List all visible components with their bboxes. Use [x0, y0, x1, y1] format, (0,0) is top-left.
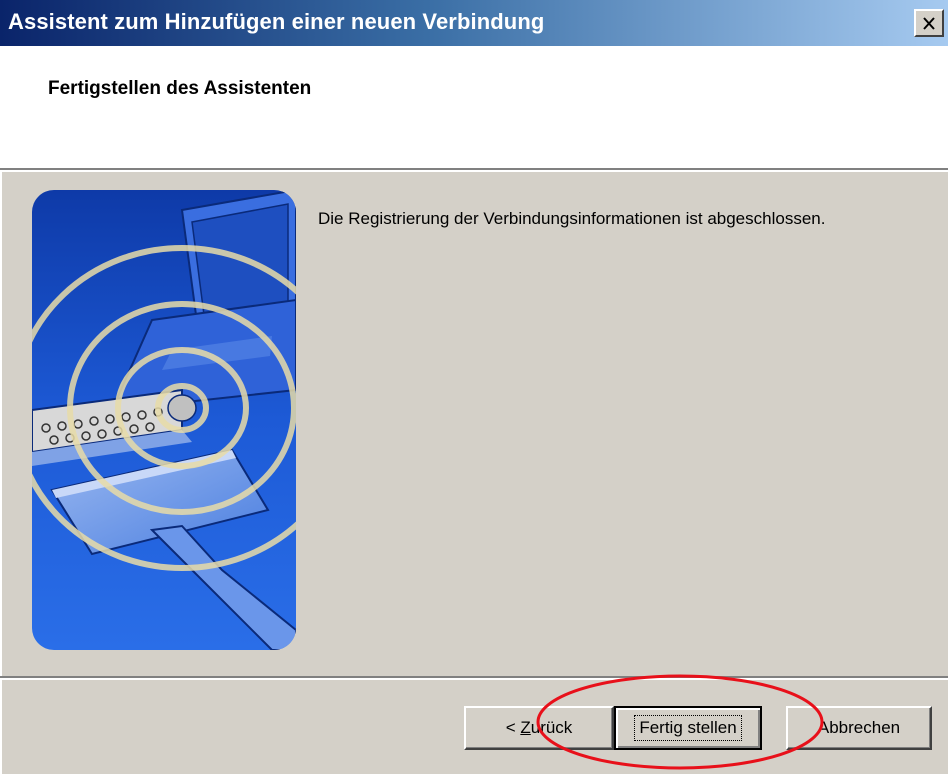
back-button-prefix: < [505, 718, 521, 737]
completion-message: Die Registrierung der Verbindungsinforma… [318, 209, 826, 228]
cancel-button-label: Abbrechen [817, 718, 901, 737]
wizard-header: Fertigstellen des Assistenten [0, 46, 948, 172]
cancel-button[interactable]: Abbrechen [786, 706, 932, 750]
back-button[interactable]: < Zurück [464, 706, 614, 750]
close-icon [922, 16, 936, 30]
title-bar[interactable]: Assistent zum Hinzufügen einer neuen Ver… [0, 0, 948, 46]
page-title: Fertigstellen des Assistenten [48, 78, 312, 99]
wizard-content: Die Registrierung der Verbindungsinforma… [0, 172, 948, 668]
wizard-dialog: Assistent zum Hinzufügen einer neuen Ver… [0, 0, 948, 774]
close-button[interactable] [914, 9, 944, 37]
finish-button[interactable]: Fertig stellen [614, 706, 762, 750]
button-separator [0, 676, 948, 680]
finish-button-label: Fertig stellen [634, 715, 742, 741]
back-button-rest: urück [530, 718, 573, 737]
network-connection-illustration [32, 190, 296, 650]
window-title: Assistent zum Hinzufügen einer neuen Ver… [8, 9, 545, 34]
back-button-mnemonic: Z [520, 718, 531, 737]
